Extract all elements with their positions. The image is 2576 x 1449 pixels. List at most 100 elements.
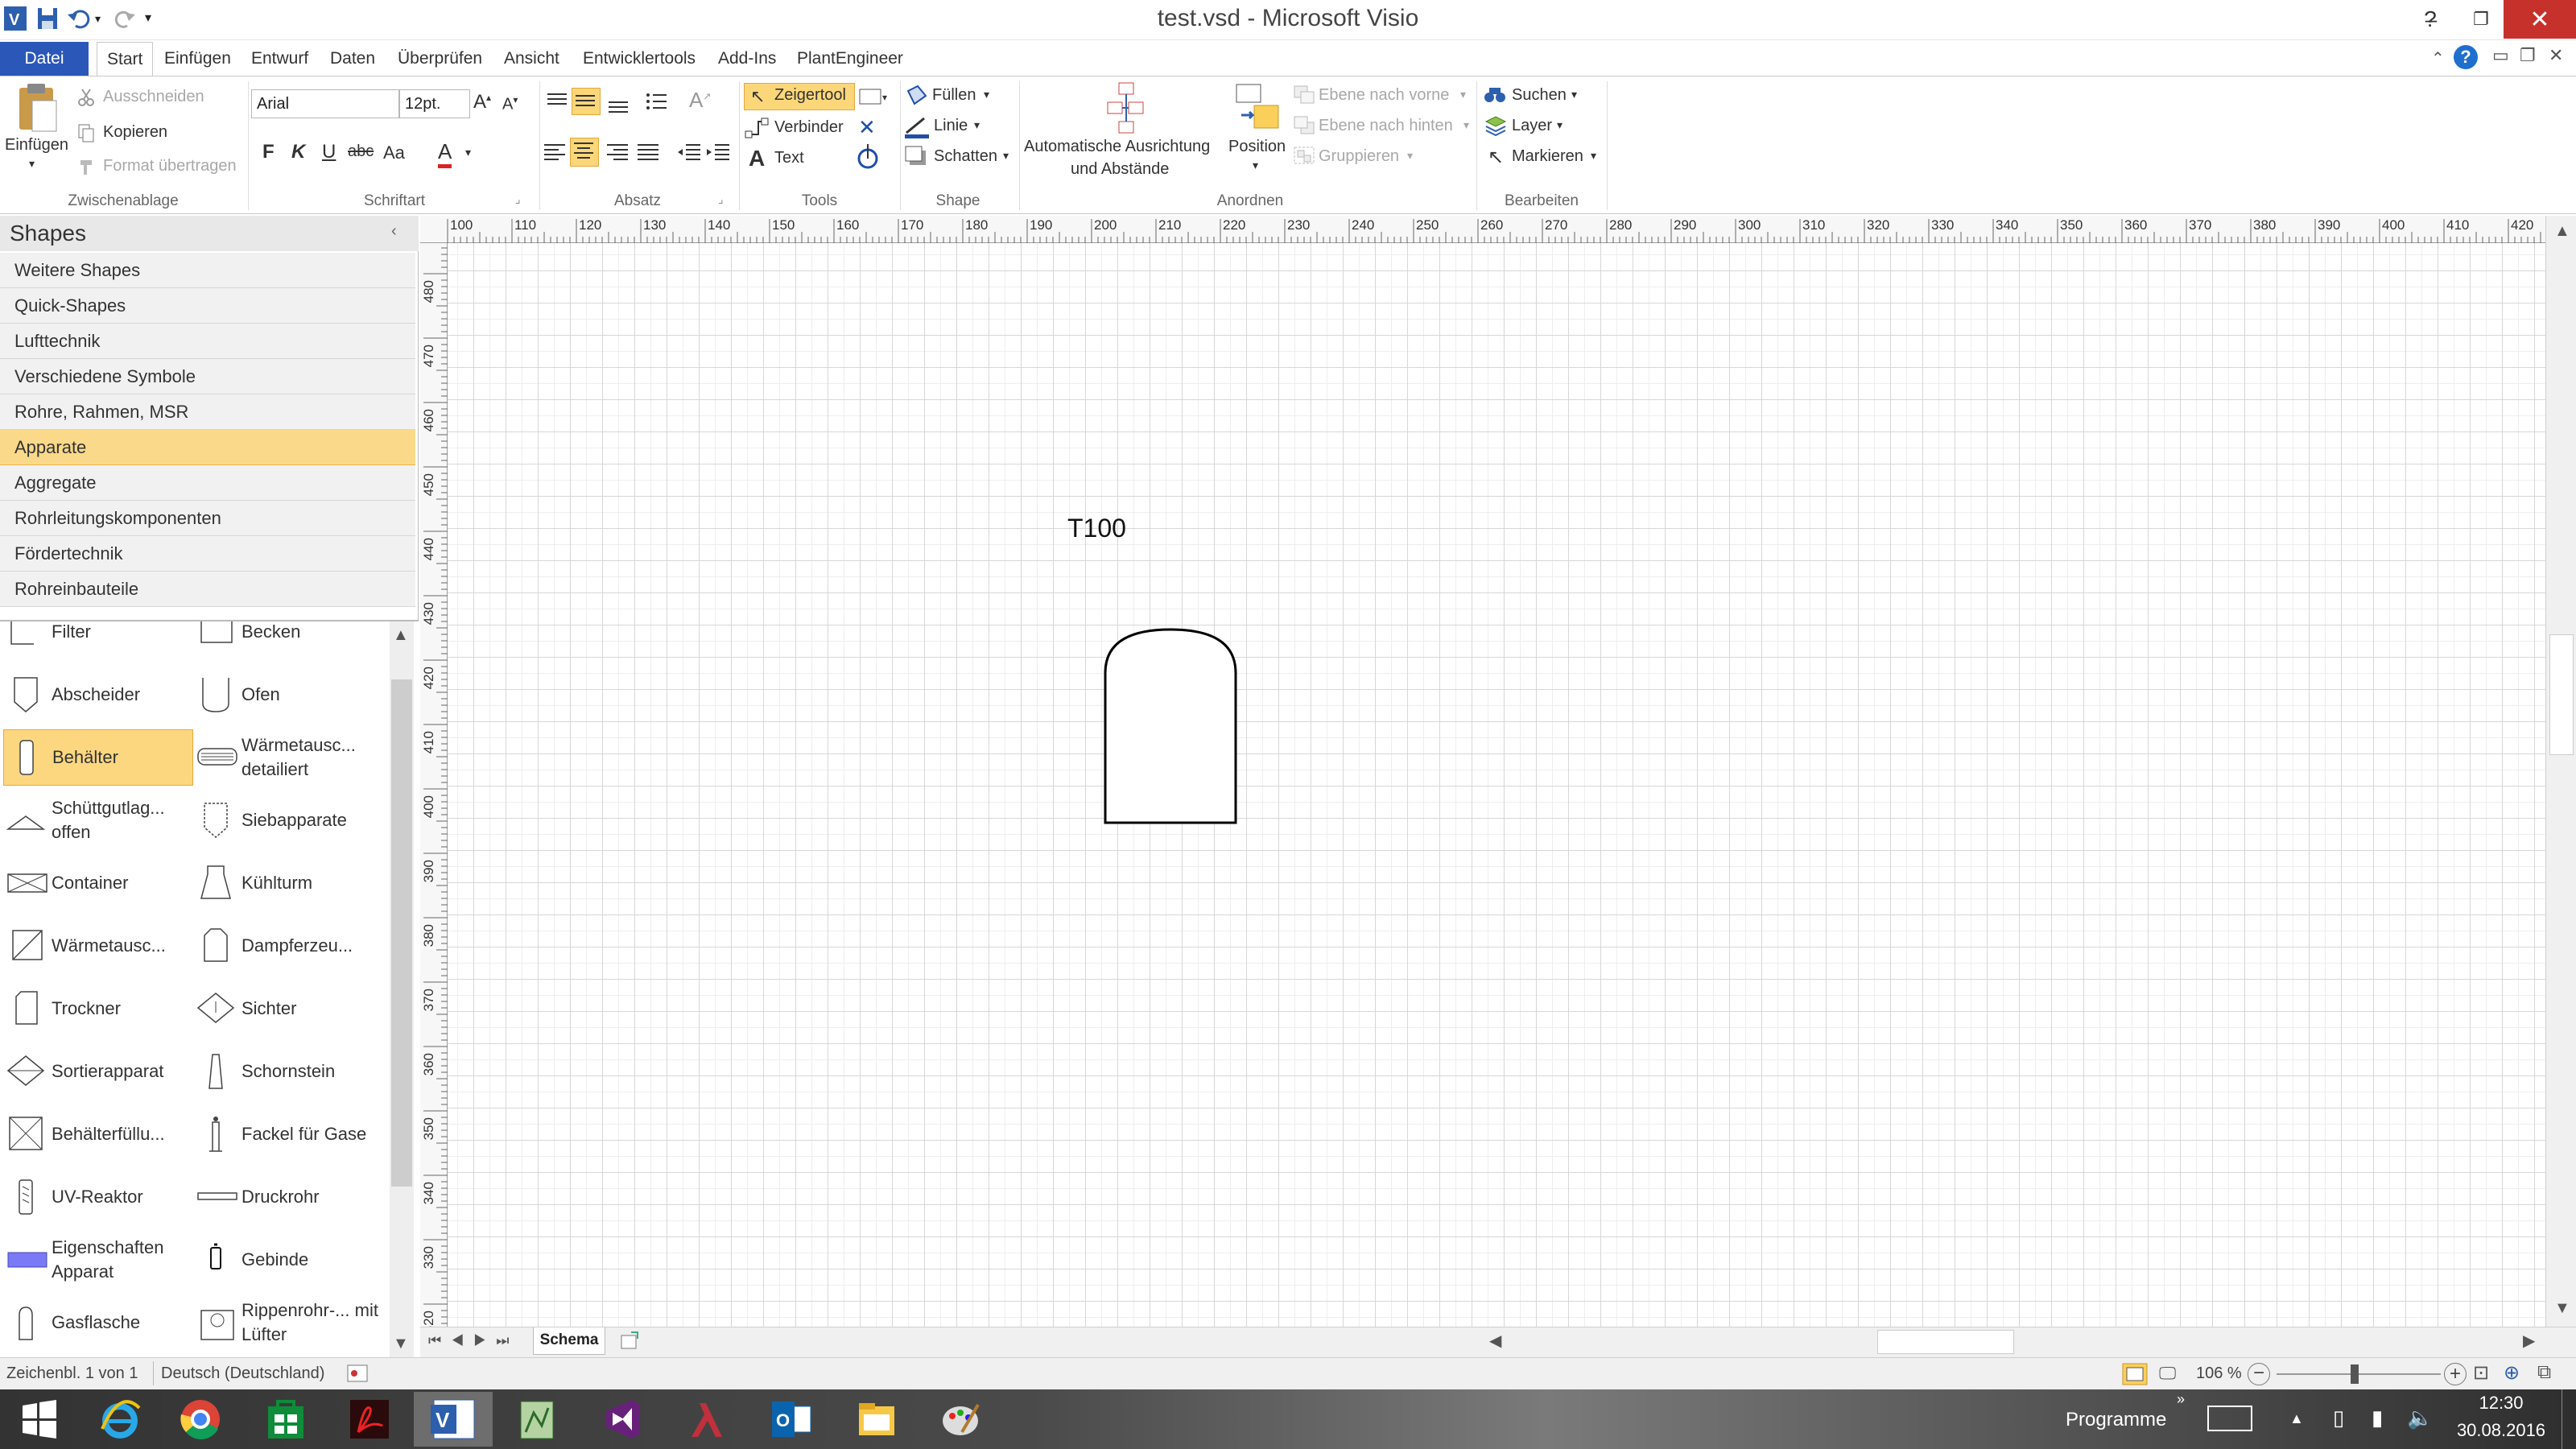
visio-app-icon[interactable]: V [3, 5, 27, 35]
zoom-slider-thumb[interactable] [2351, 1364, 2359, 1384]
paste-button[interactable]: Einfügen [5, 136, 68, 155]
stencil-kühlturm[interactable]: Kühlturm [193, 855, 383, 911]
visual-studio-icon[interactable] [583, 1392, 662, 1447]
group-button[interactable]: Gruppieren [1319, 147, 1399, 166]
close-button[interactable]: ✕ [2504, 0, 2576, 39]
volume-icon[interactable]: 🔈 [2407, 1406, 2433, 1430]
increase-indent-icon[interactable] [705, 141, 731, 165]
doc-close-icon[interactable]: ✕ [2549, 45, 2563, 66]
stencil-sortierapparat[interactable]: Sortierapparat [3, 1043, 193, 1100]
outlook-icon[interactable]: O [752, 1392, 831, 1447]
auto-align-button[interactable]: Automatische Ausrichtung [1024, 138, 1210, 156]
tab-ueberpruefen[interactable]: Überprüfen [388, 42, 492, 76]
connection-point-icon[interactable] [853, 142, 882, 171]
select-button[interactable]: Markieren [1512, 147, 1583, 166]
font-size-select[interactable]: 12pt. [399, 89, 470, 118]
stencil-uv-reaktor[interactable]: UV-Reaktor [3, 1169, 193, 1225]
category-quick-shapes[interactable]: Quick-Shapes [0, 288, 415, 324]
collapse-ribbon-icon[interactable]: ⌃ [2431, 48, 2445, 68]
visio-taskbar-icon[interactable]: V [414, 1392, 493, 1447]
tab-entwicklertools[interactable]: Entwicklertools [573, 42, 705, 76]
store-icon[interactable] [246, 1392, 325, 1447]
help-circle-icon[interactable]: ? [2454, 45, 2478, 69]
status-language[interactable]: Deutsch (Deutschland) [161, 1364, 324, 1383]
internet-explorer-icon[interactable] [80, 1392, 159, 1447]
windows-start-icon[interactable] [0, 1392, 79, 1447]
zoom-slider-track[interactable] [2277, 1373, 2441, 1375]
doc-minimize-icon[interactable]: ▭ [2492, 45, 2509, 66]
layer-button[interactable]: Layer [1512, 117, 1552, 135]
find-icon[interactable] [1483, 83, 1507, 105]
tab-datei[interactable]: Datei [0, 42, 89, 76]
category-weitere-shapes[interactable]: Weitere Shapes [0, 253, 415, 288]
category-lufttechnik[interactable]: Lufttechnik [0, 324, 415, 359]
group-icon[interactable] [1293, 146, 1317, 167]
tab-plantengineer[interactable]: PlantEngineer [787, 42, 913, 76]
copy-button[interactable]: Kopieren [103, 123, 167, 142]
send-backward-icon[interactable] [1293, 115, 1317, 136]
canvas-hscroll-thumb[interactable] [1877, 1330, 2014, 1354]
shape-label-t100[interactable]: T100 [1067, 514, 1126, 543]
category-verschiedene-symbole[interactable]: Verschiedene Symbole [0, 359, 415, 394]
show-desktop-button[interactable] [2562, 1389, 2576, 1449]
collapse-panel-icon[interactable]: ‹ [391, 222, 397, 241]
tab-start[interactable]: Start [97, 42, 154, 77]
find-button[interactable]: Suchen [1512, 86, 1567, 105]
paste-dropdown-icon[interactable]: ▾ [29, 157, 35, 171]
tab-daten[interactable]: Daten [320, 42, 385, 76]
stencil-eigenschaften-apparat[interactable]: Eigenschaften Apparat [3, 1232, 193, 1288]
paragraph-dialog-launcher-icon[interactable]: ⌟ [718, 192, 724, 206]
select-dropdown-icon[interactable]: ▾ [1591, 149, 1596, 163]
italic-button[interactable]: K [291, 141, 305, 163]
auto-align-icon[interactable] [1104, 81, 1148, 138]
tab-einfuegen[interactable]: Einfügen [155, 42, 241, 76]
scroll-thumb[interactable] [391, 679, 412, 1187]
drawing-canvas[interactable]: T100 [448, 243, 2545, 1327]
stencil-filter[interactable]: Filter [3, 621, 193, 660]
acrobat-icon[interactable] [330, 1392, 409, 1447]
font-family-select[interactable]: Arial [251, 89, 399, 118]
bring-forward-icon[interactable] [1293, 85, 1317, 105]
send-backward-dropdown-icon[interactable]: ▾ [1463, 118, 1469, 132]
spreadsheet-app-icon[interactable] [497, 1392, 576, 1447]
bullets-icon[interactable] [644, 89, 670, 114]
fill-icon[interactable] [903, 85, 931, 109]
justify-icon[interactable] [636, 141, 662, 165]
auto-align-button-line2[interactable]: und Abstände [1071, 160, 1169, 179]
align-top-icon[interactable] [544, 89, 570, 114]
page-nav-icons[interactable]: ⏮◀▶⏭ [428, 1332, 519, 1349]
font-color-button[interactable]: A [438, 139, 452, 168]
customize-qat-icon[interactable]: ▾ [145, 5, 161, 35]
cut-icon[interactable] [77, 88, 95, 107]
canvas-scroll-up-icon[interactable]: ▲ [2554, 222, 2570, 241]
stencil-schornstein[interactable]: Schornstein [193, 1043, 383, 1100]
battery-icon[interactable]: ▯ [2333, 1406, 2344, 1430]
copy-icon[interactable] [77, 123, 95, 142]
network-icon[interactable]: ▮ [2372, 1406, 2383, 1430]
shadow-button[interactable]: Schatten [934, 147, 997, 166]
strikethrough-button[interactable]: abc [348, 142, 374, 161]
position-icon[interactable] [1235, 83, 1283, 136]
insert-page-icon[interactable] [618, 1331, 641, 1352]
tab-entwurf[interactable]: Entwurf [242, 42, 318, 76]
stencil-dampferzeu[interactable]: Dampferzeu... [193, 918, 383, 974]
line-button[interactable]: Linie [934, 117, 968, 135]
redo-icon[interactable] [113, 5, 137, 35]
minimize-button[interactable]: – [2407, 0, 2455, 39]
page-tab-schema[interactable]: Schema [533, 1327, 605, 1355]
canvas-vertical-scrollbar[interactable]: ▲ ▼ [2545, 216, 2576, 1327]
align-middle-button[interactable] [572, 88, 601, 115]
text-tool-button[interactable]: Text [774, 149, 804, 167]
fill-dropdown-icon[interactable]: ▾ [984, 88, 989, 101]
doc-restore-icon[interactable]: ❐ [2520, 45, 2536, 66]
format-painter-icon[interactable] [77, 157, 97, 176]
category-fördertechnik[interactable]: Fördertechnik [0, 536, 415, 572]
zoom-in-button[interactable]: + [2444, 1363, 2467, 1385]
shrink-font-icon[interactable]: A▾ [502, 94, 518, 114]
programs-chevron-icon[interactable]: » [2177, 1391, 2185, 1408]
stencil-abscheider[interactable]: Abscheider [3, 667, 193, 723]
scroll-down-icon[interactable]: ▼ [393, 1335, 409, 1353]
app-lambda-icon[interactable] [667, 1392, 745, 1447]
decrease-indent-icon[interactable] [676, 141, 702, 165]
layer-dropdown-icon[interactable]: ▾ [1557, 118, 1563, 132]
